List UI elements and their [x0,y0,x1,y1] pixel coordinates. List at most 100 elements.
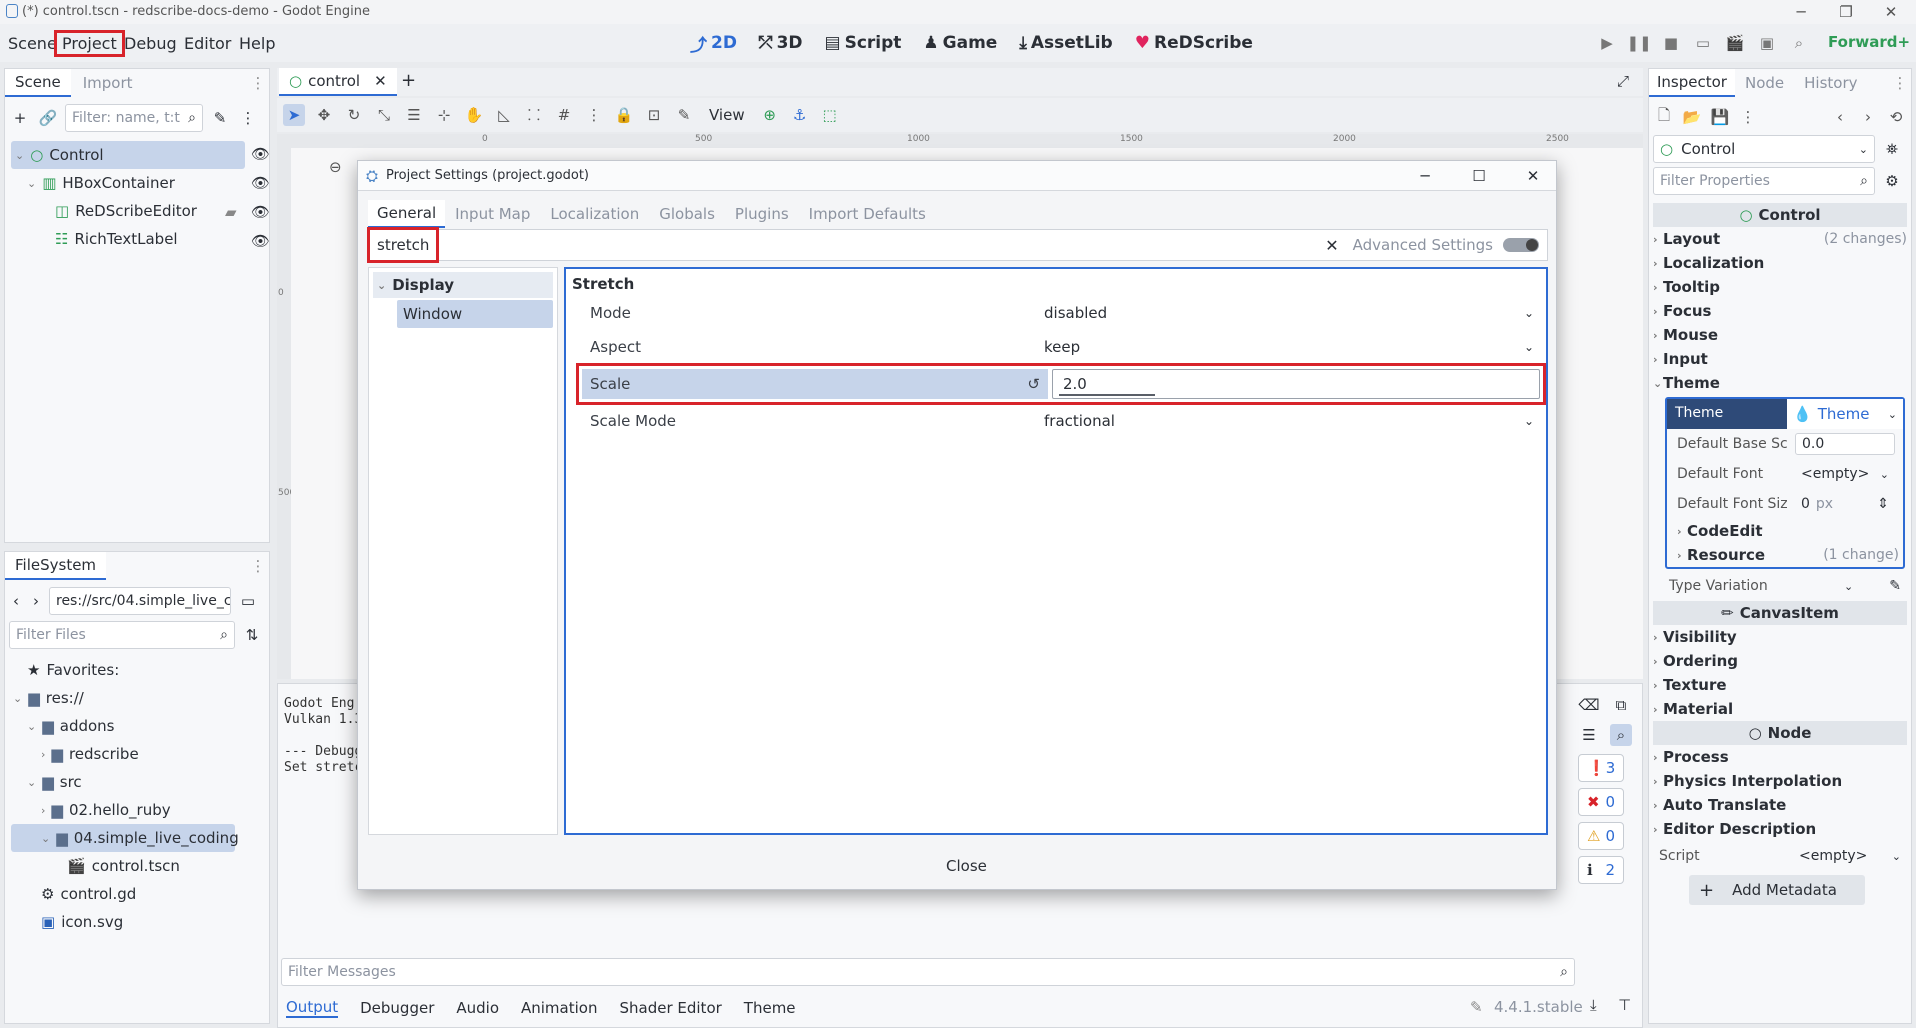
default-font-size-spinbox[interactable]: 0 px ⇕ [1795,494,1895,514]
renderer-select[interactable]: Forward+ [1828,33,1910,51]
workspace-redscribe[interactable]: ♥ ReDScribe [1135,33,1253,53]
tab-filesystem[interactable]: FileSystem [5,552,107,580]
section-visibility[interactable]: › Visibility [1653,625,1907,649]
editor-messages-count[interactable]: ℹ2 [1578,856,1624,884]
mode-select[interactable]: disabled ⌄ [1044,304,1546,322]
dialog-maximize-icon[interactable]: ☐ [1456,167,1502,185]
visibility-eye-icon[interactable]: 👁 [251,203,270,221]
clear-output-icon[interactable]: ⌫ [1578,694,1600,716]
menu-help[interactable]: Help [233,32,281,55]
filter-search-icon[interactable]: ⌕ [1610,724,1632,746]
zoom-out-icon[interactable]: ⊖ [329,158,342,176]
advanced-settings-toggle[interactable] [1503,238,1539,252]
play-icon[interactable]: ▶ [1596,32,1618,54]
section-mouse[interactable]: › Mouse [1653,323,1907,347]
tab-shader-editor[interactable]: Shader Editor [619,999,721,1017]
filter-messages-input[interactable]: Filter Messages ⌕ [281,958,1575,986]
section-theme[interactable]: ⌄ Theme [1653,371,1907,395]
tab-input-map[interactable]: Input Map [445,201,540,227]
folder-src[interactable]: ⌄ ▆ src [11,768,265,796]
workspace-game[interactable]: ♟ Game [923,33,997,53]
tab-theme[interactable]: Theme [744,999,796,1017]
file-filter-input[interactable]: Filter Files ⌕ [9,621,235,649]
back-icon[interactable]: ‹ [9,590,23,612]
workspace-script[interactable]: ▤ Script [825,33,902,53]
history-forward-icon[interactable]: › [1857,106,1879,128]
section-editor-description[interactable]: › Editor Description [1653,817,1907,841]
tab-plugins[interactable]: Plugins [725,201,799,227]
tree-node-hboxcontainer[interactable]: ⌄ ▥ HBoxContainer [11,169,265,197]
save-resource-icon[interactable]: 💾 [1709,106,1731,128]
tree-node-richtextlabel[interactable]: ☷ RichTextLabel [11,225,265,253]
file-control-tscn[interactable]: 🎬 control.tscn [11,852,265,880]
link-scene-icon[interactable]: 🔗 [37,107,59,129]
scale-tool-icon[interactable]: ⤡ [373,104,395,126]
res-root-item[interactable]: ⌄ ▆ res:// [11,684,265,712]
script-picker[interactable]: <empty> ⌄ [1799,848,1907,864]
section-localization[interactable]: › Localization [1653,251,1907,275]
dock-menu-icon[interactable]: ⋮ [247,555,269,577]
tab-import[interactable]: Import [71,70,145,96]
scale-input[interactable]: 2.0 [1052,369,1540,399]
favorites-item[interactable]: ★ Favorites: [11,656,265,684]
forward-icon[interactable]: › [29,590,43,612]
filter-properties-input[interactable]: Filter Properties ⌕ [1653,167,1875,195]
resource-menu-icon[interactable]: ⋮ [1737,106,1759,128]
recent-history-icon[interactable]: ⟲ [1885,106,1907,128]
tab-globals[interactable]: Globals [649,201,725,227]
prop-type-variation[interactable]: Type Variation ⌄ ✎ [1653,571,1907,601]
revert-icon[interactable]: ↺ [1027,375,1040,393]
collapse-lines-icon[interactable]: ☰ [1578,724,1600,746]
messages-count[interactable]: ❗ 3 [1578,754,1624,782]
group-resource[interactable]: › Resource (1 change) [1667,543,1903,567]
run-scene-icon[interactable]: ▣ [1756,32,1778,54]
scene-filter-input[interactable]: Filter: name, t:t ⌕ [65,104,203,132]
section-texture[interactable]: › Texture [1653,673,1907,697]
tab-history[interactable]: History [1794,70,1867,96]
restore-window-icon[interactable]: ❐ [1831,0,1861,24]
dialog-close-icon[interactable]: ✕ [1510,167,1556,185]
new-resource-icon[interactable]: 🗋 [1653,106,1675,128]
tab-node[interactable]: Node [1735,70,1794,96]
settings-search-input[interactable]: stretch [367,227,439,263]
workspace-2d[interactable]: ⤴ 2D [690,31,737,56]
visibility-eye-icon[interactable]: 👁 [251,174,270,192]
open-resource-icon[interactable]: 📂 [1681,106,1703,128]
selectable-tool-icon[interactable]: ☰ [403,104,425,126]
tab-general[interactable]: General [368,200,446,228]
file-control-gd[interactable]: ⚙ control.gd [11,880,265,908]
rotate-tool-icon[interactable]: ↻ [343,104,365,126]
menu-scene[interactable]: Scene [2,32,63,55]
section-layout[interactable]: › Layout (2 changes) [1653,227,1907,251]
copy-icon[interactable]: ⧉ [1610,694,1632,716]
tree-node-control[interactable]: ⌄ ○ Control [11,141,245,169]
ruler-tool-icon[interactable]: ◺ [493,104,515,126]
section-focus[interactable]: › Focus [1653,299,1907,323]
remote-debug-icon[interactable]: ▭ [1692,32,1714,54]
visibility-eye-icon[interactable]: 👁 [251,232,270,250]
filesystem-path-input[interactable]: res://src/04.simple_live_co [49,587,231,615]
stop-icon[interactable]: ■ [1660,32,1682,54]
bone-icon[interactable]: ✎ [673,104,695,126]
errors-count[interactable]: ✖ 0 [1578,788,1624,816]
lock-icon[interactable]: 🔒 [613,104,635,126]
tab-scene[interactable]: Scene [5,69,71,97]
default-font-picker[interactable]: <empty> ⌄ [1795,464,1895,484]
add-scene-tab-icon[interactable]: + [401,70,416,91]
add-node-icon[interactable]: + [9,107,31,129]
group-codeedit[interactable]: › CodeEdit [1667,519,1903,543]
section-tooltip[interactable]: › Tooltip [1653,275,1907,299]
menu-debug[interactable]: Debug [118,32,183,55]
object-select[interactable]: ○ Control ⌄ [1653,135,1875,163]
grid-snap-icon[interactable]: # [553,104,575,126]
move-tool-icon[interactable]: ✥ [313,104,335,126]
dock-menu-icon[interactable]: ⋮ [247,72,269,94]
anchor-icon[interactable]: ⚓ [789,104,811,126]
snap-options-icon[interactable]: ⋮ [583,104,605,126]
scene-menu-icon[interactable]: ⋮ [237,107,259,129]
split-view-icon[interactable]: ▭ [237,590,259,612]
add-node-plus-icon[interactable]: ⊕ [759,104,781,126]
aspect-select[interactable]: keep ⌄ [1044,338,1546,356]
close-window-icon[interactable]: ✕ [1876,0,1906,24]
dialog-minimize-icon[interactable]: ─ [1402,167,1448,185]
